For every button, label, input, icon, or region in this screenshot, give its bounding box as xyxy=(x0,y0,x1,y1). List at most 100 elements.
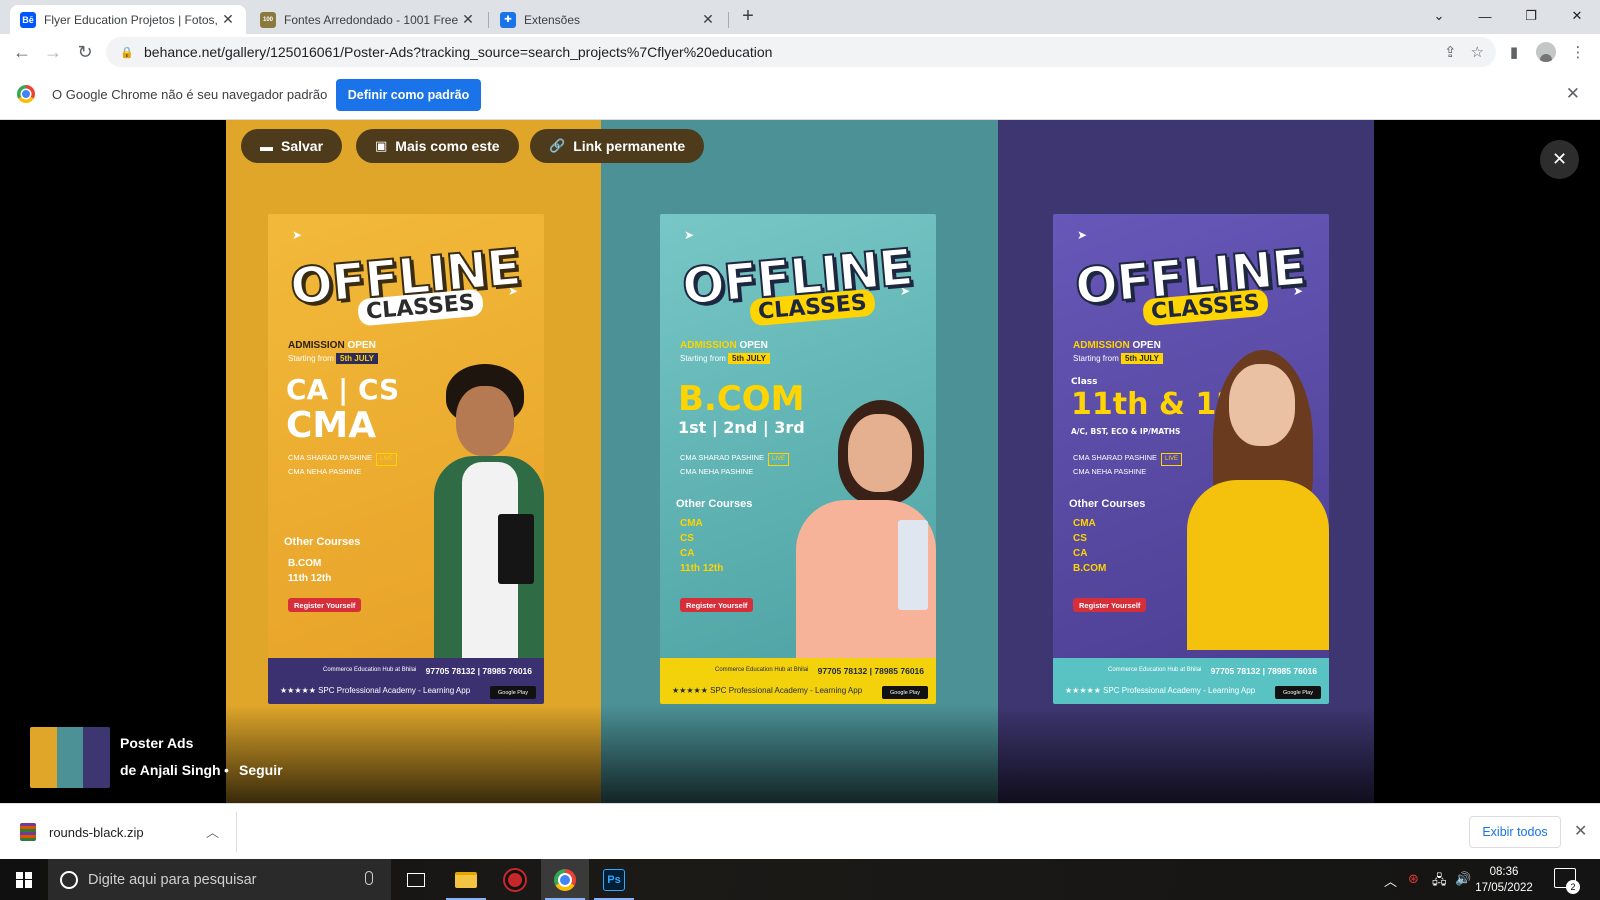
folder-icon: ▬ xyxy=(260,138,273,154)
download-filename: rounds-black.zip xyxy=(49,825,144,840)
paper-plane-icon: ➤ xyxy=(292,228,303,242)
poster-class-11-12[interactable]: ➤ ➤ OFFLINE CLASSES ADMISSION OPEN Start… xyxy=(1053,214,1329,704)
poster-footer: Commerce Education Hub at Bhilai 97705 7… xyxy=(268,658,544,704)
student-photo xyxy=(1163,350,1329,650)
close-tab-icon[interactable]: ✕ xyxy=(700,11,716,28)
close-tab-icon[interactable]: ✕ xyxy=(220,11,236,28)
red-app-icon xyxy=(505,869,525,890)
search-placeholder: Digite aqui para pesquisar xyxy=(88,871,257,888)
course-item: B.COM xyxy=(1073,563,1107,574)
tab-strip: Bē Flyer Education Projetos | Fotos, v ✕… xyxy=(0,0,1600,34)
start-button[interactable] xyxy=(0,859,48,900)
app-name: ★★★★★ SPC Professional Academy - Learnin… xyxy=(280,686,471,695)
permalink-button[interactable]: 🔗 Link permanente xyxy=(530,129,705,163)
close-window-button[interactable]: ✕ xyxy=(1554,0,1600,32)
chevron-up-icon[interactable]: ︿ xyxy=(206,822,219,841)
more-like-this-label: Mais como este xyxy=(395,138,500,154)
project-thumbnail[interactable] xyxy=(30,727,110,788)
fonts-icon: 100 xyxy=(260,11,276,28)
course-list: CMA CS CA B.COM xyxy=(1073,516,1106,576)
phone-numbers: 97705 78132 | 78985 76016 xyxy=(1210,666,1317,676)
course-item: B.COM xyxy=(288,558,322,569)
share-icon[interactable]: ⇪ xyxy=(1444,43,1457,61)
poster-bcom[interactable]: ➤ ➤ OFFLINE CLASSES ADMISSION OPEN Start… xyxy=(660,214,936,704)
google-play-badge: Google Play xyxy=(1275,686,1321,699)
course-item: 11th 12th xyxy=(288,573,332,584)
course-title-1: CA | CS xyxy=(286,373,400,406)
paper-plane-icon: ➤ xyxy=(1077,228,1088,242)
phone-numbers: 97705 78132 | 78985 76016 xyxy=(817,666,924,676)
network-icon[interactable]: 🖧 xyxy=(1432,871,1447,893)
student-photo xyxy=(776,400,936,658)
register-button: Register Yourself xyxy=(680,598,754,612)
footer-hub: Commerce Education Hub at Bhilai xyxy=(323,667,417,673)
register-button: Register Yourself xyxy=(1073,598,1147,612)
clock-date: 17/05/2022 xyxy=(1475,882,1533,894)
menu-dots-icon[interactable]: ⋮ xyxy=(1565,40,1591,64)
notification-count: 2 xyxy=(1566,880,1580,894)
project-author[interactable]: de Anjali Singh xyxy=(120,762,221,778)
permalink-label: Link permanente xyxy=(573,138,686,154)
save-button[interactable]: ▬ Salvar xyxy=(241,129,343,163)
microphone-icon[interactable] xyxy=(365,871,373,885)
volume-icon[interactable]: 🔊 xyxy=(1455,871,1471,887)
close-infobar-icon[interactable]: ✕ xyxy=(1566,84,1580,104)
tab-search-button[interactable]: ⌄ xyxy=(1416,0,1462,32)
taskbar-search[interactable]: Digite aqui para pesquisar xyxy=(48,859,391,900)
restore-button[interactable]: ❐ xyxy=(1508,0,1554,32)
side-panel-icon[interactable]: ▮ xyxy=(1501,40,1527,64)
profile-button[interactable] xyxy=(1533,40,1559,64)
course-item: CA xyxy=(680,548,695,559)
zip-file-icon xyxy=(20,823,36,841)
close-viewer-button[interactable]: ✕ xyxy=(1540,140,1579,179)
admission-text: ADMISSION OPEN xyxy=(288,340,376,351)
tab-title: Fontes Arredondado - 1001 Free Fo xyxy=(284,12,460,27)
course-item: CMA xyxy=(1073,518,1096,529)
antivirus-icon[interactable]: ⊛ xyxy=(1408,871,1419,887)
tab-title: Extensões xyxy=(524,12,581,27)
follow-button[interactable]: Seguir xyxy=(239,762,283,778)
set-default-button[interactable]: Definir como padrão xyxy=(336,79,481,111)
new-tab-button[interactable]: + xyxy=(738,6,758,27)
poster-footer: Commerce Education Hub at Bhilai 97705 7… xyxy=(1053,658,1329,704)
admission-text: ADMISSION OPEN xyxy=(1073,340,1161,351)
course-title-1: Class xyxy=(1071,377,1098,387)
address-bar[interactable]: 🔒 behance.net/gallery/125016061/Poster-A… xyxy=(106,37,1496,67)
close-tab-icon[interactable]: ✕ xyxy=(460,11,476,28)
separator-dot: • xyxy=(224,762,229,778)
download-shelf: rounds-black.zip ︿ Exibir todos ✕ xyxy=(0,803,1600,859)
course-item: CMA xyxy=(680,518,703,529)
tab-fontes[interactable]: 100 Fontes Arredondado - 1001 Free Fo ✕ xyxy=(250,5,486,34)
paper-plane-icon: ➤ xyxy=(684,228,695,242)
app-button[interactable] xyxy=(491,859,539,900)
clock[interactable]: 08:36 17/05/2022 xyxy=(1471,864,1537,896)
reload-button[interactable]: ↻ xyxy=(72,39,98,65)
file-explorer-button[interactable] xyxy=(442,859,490,900)
poster-ca-cs-cma[interactable]: ➤ ➤ OFFLINE CLASSES ADMISSION OPEN Start… xyxy=(268,214,544,704)
show-hidden-icons[interactable]: ︿ xyxy=(1384,871,1397,890)
phone-numbers: 97705 78132 | 78985 76016 xyxy=(425,666,532,676)
starting-text: Starting from 5th JULY xyxy=(680,353,770,364)
chrome-button[interactable] xyxy=(541,859,589,900)
folder-icon xyxy=(455,871,477,888)
minimize-button[interactable]: — xyxy=(1462,0,1508,32)
app-name: ★★★★★ SPC Professional Academy - Learnin… xyxy=(672,686,863,695)
footer-hub: Commerce Education Hub at Bhilai xyxy=(715,667,809,673)
google-play-badge: Google Play xyxy=(882,686,928,699)
task-view-button[interactable] xyxy=(392,859,440,900)
more-like-this-button[interactable]: ▣ Mais como este xyxy=(356,129,519,163)
project-lightbox: ▬ Salvar ▣ Mais como este 🔗 Link permane… xyxy=(0,120,1600,803)
tab-behance[interactable]: Bē Flyer Education Projetos | Fotos, v ✕ xyxy=(10,5,246,34)
lock-icon[interactable]: 🔒 xyxy=(120,46,138,59)
tab-separator xyxy=(488,12,489,28)
bookmark-star-icon[interactable]: ☆ xyxy=(1471,43,1484,61)
show-all-button[interactable]: Exibir todos xyxy=(1469,816,1561,848)
close-shelf-icon[interactable]: ✕ xyxy=(1574,821,1587,841)
other-courses-heading: Other Courses xyxy=(284,536,361,548)
photoshop-button[interactable]: Ps xyxy=(590,859,638,900)
image-icon: ▣ xyxy=(375,138,388,153)
tab-extensoes[interactable]: ✚ Extensões ✕ xyxy=(490,5,726,34)
forward-button[interactable]: → xyxy=(40,39,66,65)
back-button[interactable]: ← xyxy=(9,39,35,65)
project-title[interactable]: Poster Ads xyxy=(120,735,193,751)
